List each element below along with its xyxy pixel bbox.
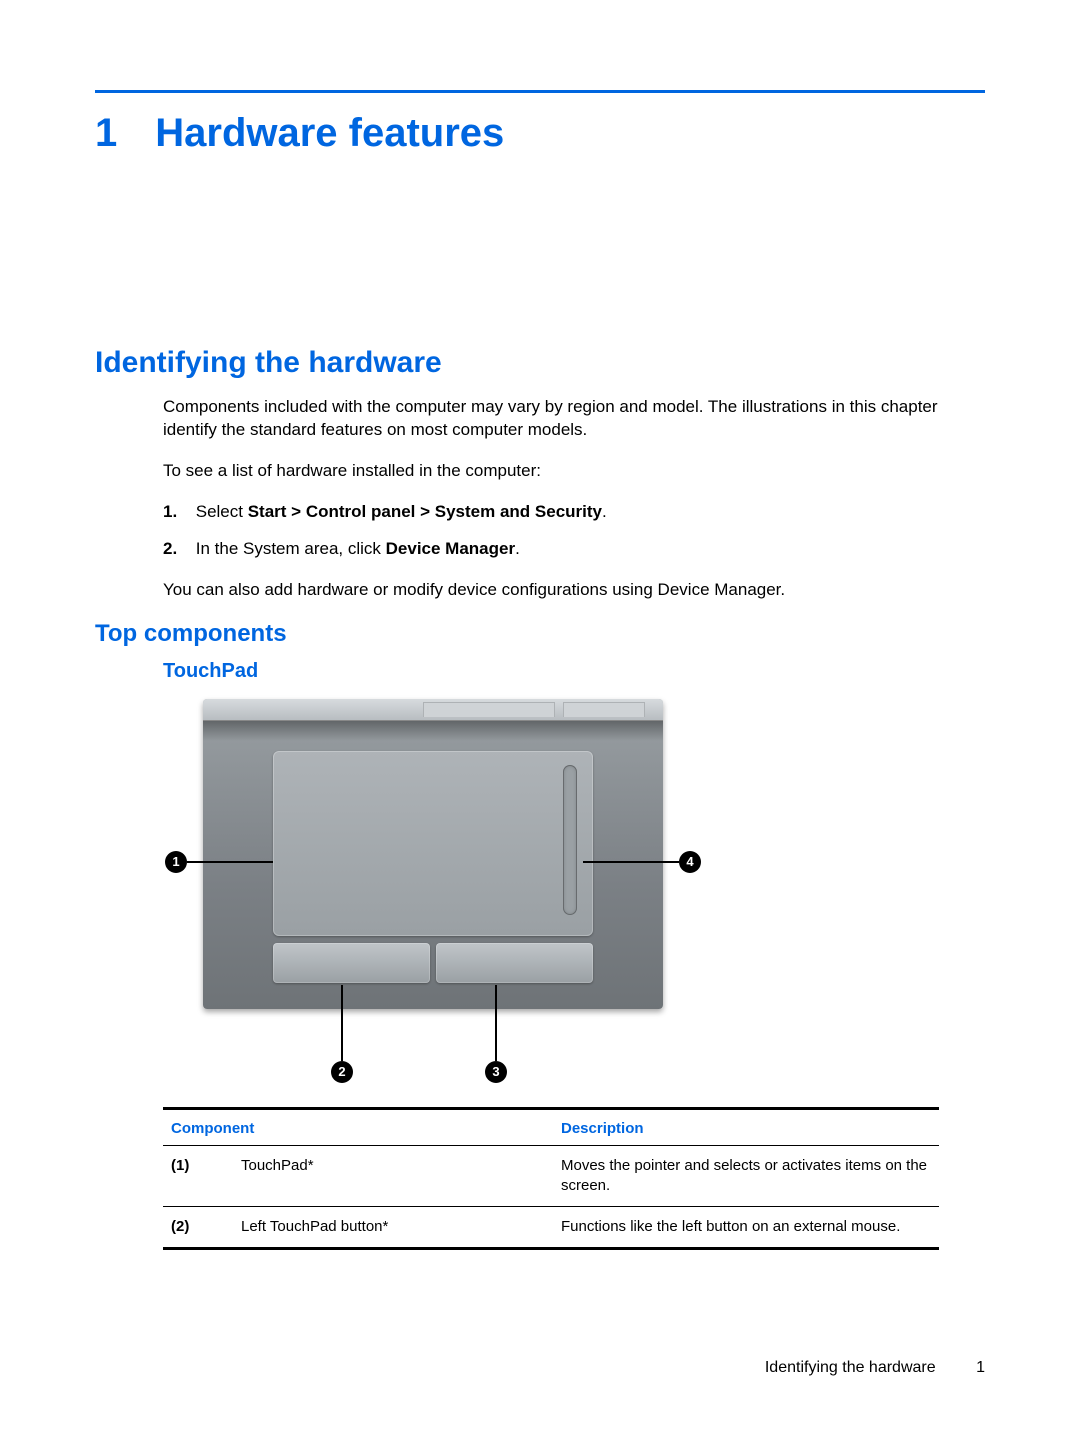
step-num: 2. (163, 538, 191, 561)
footer-page: 1 (976, 1359, 985, 1376)
right-touchpad-button (436, 943, 593, 983)
subsub-heading: TouchPad (163, 658, 985, 685)
component-table: Component Description (1) TouchPad* Move… (163, 1107, 939, 1251)
lead-4 (583, 861, 679, 863)
touchpad-surface (273, 751, 593, 936)
subsub-wrap: TouchPad (163, 658, 985, 685)
lead-1 (187, 861, 273, 863)
subsection-heading: Top components (95, 620, 985, 648)
step-bold: Device Manager (386, 539, 515, 558)
step-post: . (602, 502, 607, 521)
callout-3: 3 (485, 1061, 507, 1083)
table-row: (2) Left TouchPad button* Functions like… (163, 1207, 939, 1249)
row-name: Left TouchPad button* (233, 1207, 553, 1249)
left-touchpad-button (273, 943, 430, 983)
callout-4: 4 (679, 851, 701, 873)
steps-list: 1. Select Start > Control panel > System… (163, 501, 985, 561)
chapter-number: 1 (95, 111, 117, 156)
keyboard-strip (203, 699, 663, 721)
intro-p2: To see a list of hardware installed in t… (163, 460, 985, 483)
lead-3 (495, 985, 497, 1061)
touchpad-buttons (273, 943, 593, 983)
step-post: . (515, 539, 520, 558)
callout-2: 2 (331, 1061, 353, 1083)
step-2: 2. In the System area, click Device Mana… (163, 538, 985, 561)
th-component: Component (163, 1108, 553, 1145)
step-pre: In the System area, click (196, 539, 386, 558)
step-bold: Start > Control panel > System and Secur… (248, 502, 602, 521)
chapter-title: Hardware features (155, 111, 504, 156)
row-index: (2) (163, 1207, 233, 1249)
body: Components included with the computer ma… (163, 396, 985, 602)
section-heading: Identifying the hardware (95, 346, 985, 380)
row-name: TouchPad* (233, 1145, 553, 1207)
row-desc: Moves the pointer and selects or activat… (553, 1145, 939, 1207)
scroll-zone (563, 765, 577, 915)
row-index: (1) (163, 1145, 233, 1207)
page-footer: Identifying the hardware 1 (765, 1359, 985, 1377)
intro-after: You can also add hardware or modify devi… (163, 579, 985, 602)
top-rule (95, 90, 985, 93)
step-1: 1. Select Start > Control panel > System… (163, 501, 985, 524)
callout-1: 1 (165, 851, 187, 873)
row-desc: Functions like the left button on an ext… (553, 1207, 939, 1249)
th-description: Description (553, 1108, 939, 1145)
step-num: 1. (163, 501, 191, 524)
chapter-heading: 1 Hardware features (95, 111, 985, 156)
table-row: (1) TouchPad* Moves the pointer and sele… (163, 1145, 939, 1207)
lead-2 (341, 985, 343, 1061)
intro-p1: Components included with the computer ma… (163, 396, 985, 442)
footer-text: Identifying the hardware (765, 1359, 936, 1376)
step-pre: Select (196, 502, 248, 521)
chassis (203, 699, 663, 1009)
touchpad-diagram: 1 4 2 3 (163, 699, 985, 1089)
